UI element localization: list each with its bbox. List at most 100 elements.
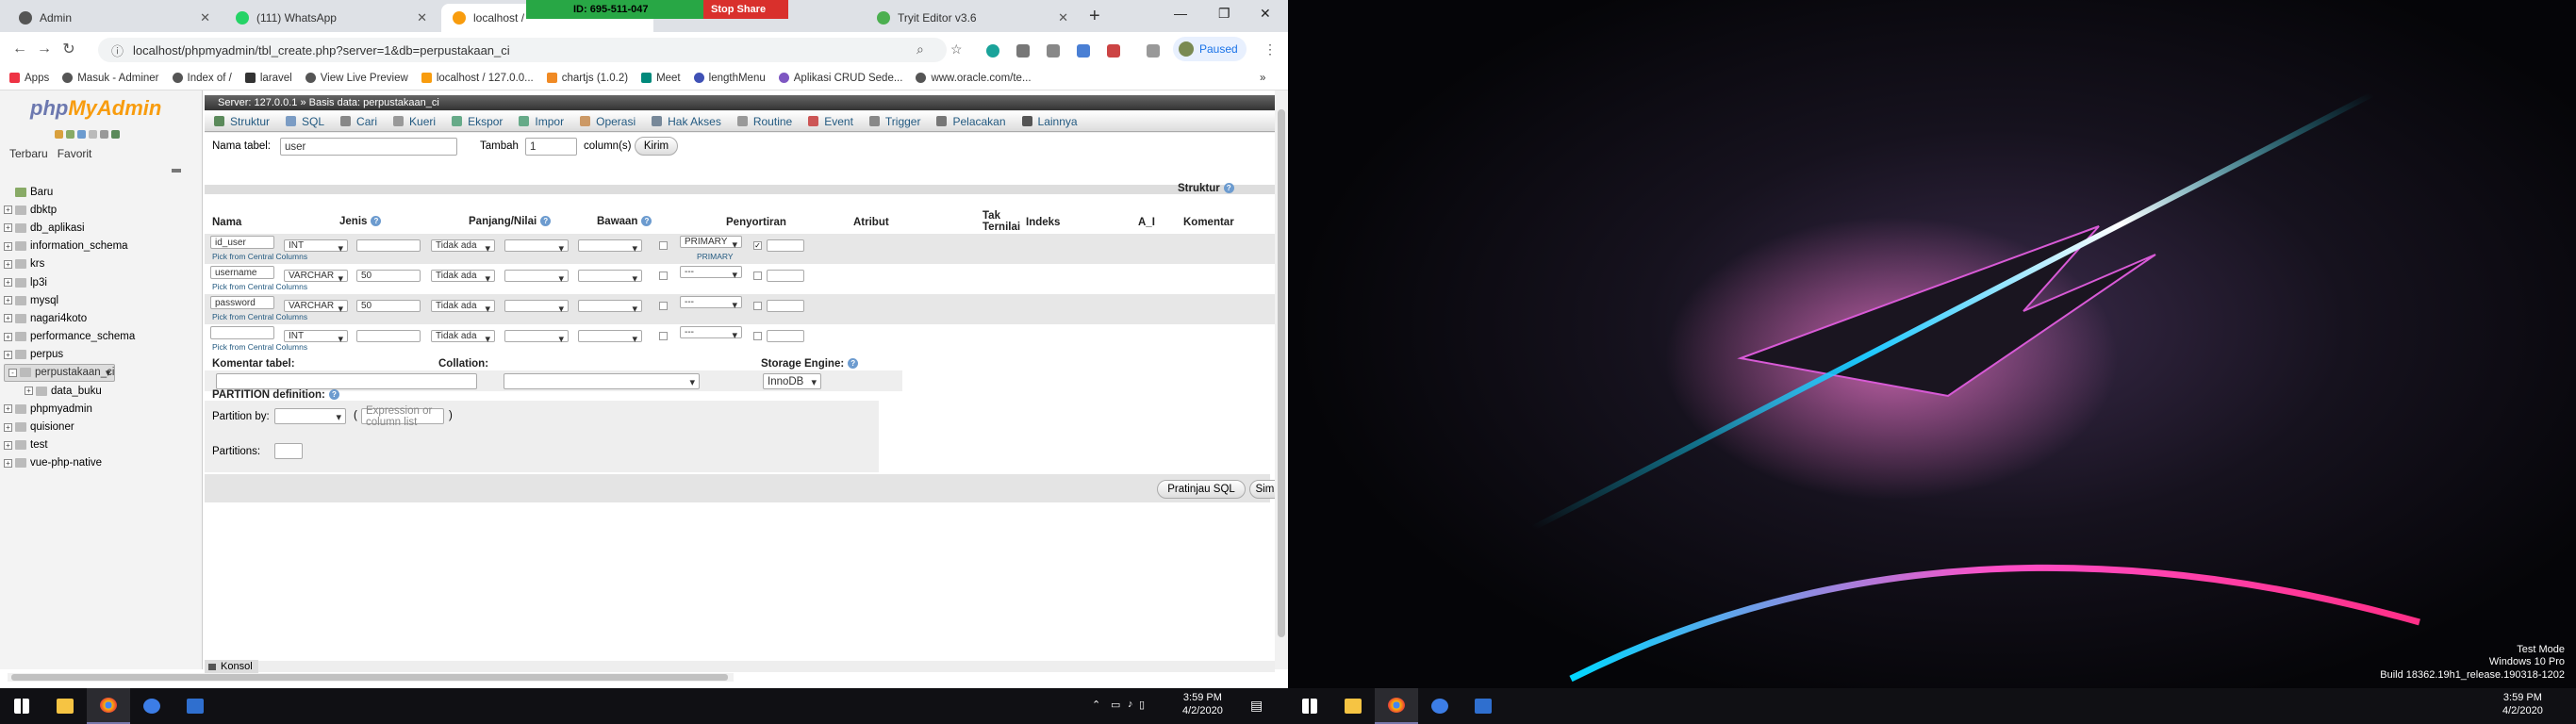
taskbar-chrome[interactable] xyxy=(1375,688,1418,724)
menu-icon[interactable]: ⋮ xyxy=(1263,41,1277,57)
column-attributes-select[interactable] xyxy=(578,270,642,285)
database-item[interactable]: + mysql xyxy=(4,291,197,309)
pick-central-columns-link[interactable]: Pick from Central Columns xyxy=(212,282,307,291)
bookmark-item[interactable]: lengthMenu xyxy=(693,73,766,84)
column-default-select[interactable]: Tidak ada xyxy=(431,270,495,285)
menu-ekspor[interactable]: Ekspor xyxy=(452,115,503,128)
database-item[interactable]: + phpmyadmin xyxy=(4,400,197,418)
help-icon[interactable]: ? xyxy=(328,389,339,401)
extension-icon[interactable] xyxy=(1047,44,1060,58)
expand-icon[interactable]: + xyxy=(4,278,12,288)
scrollbar-thumb[interactable] xyxy=(11,674,728,681)
chevron-up-icon[interactable]: ⌃ xyxy=(1092,699,1100,711)
column-comment-input[interactable] xyxy=(767,300,804,312)
menu-struktur[interactable]: Struktur xyxy=(214,115,270,128)
database-item[interactable]: - perpustakaan_ci xyxy=(4,363,116,382)
taskbar-app[interactable] xyxy=(130,688,173,724)
column-index-select[interactable]: PRIMARY xyxy=(680,236,742,251)
close-icon[interactable]: ✕ xyxy=(200,10,210,25)
close-icon[interactable]: ✕ xyxy=(417,10,427,25)
address-bar[interactable]: ⓘ localhost/phpmyadmin/tbl_create.php?ser… xyxy=(98,38,947,62)
bookmark-item[interactable]: www.oracle.com/te... xyxy=(916,73,1032,84)
database-item[interactable]: + krs xyxy=(4,255,197,273)
start-button[interactable] xyxy=(0,688,43,724)
taskbar-app[interactable] xyxy=(1461,688,1505,724)
menu-impor[interactable]: Impor xyxy=(519,115,564,128)
column-length-input[interactable] xyxy=(356,330,421,342)
column-name-input[interactable] xyxy=(210,326,274,339)
column-index-select[interactable]: --- xyxy=(680,296,742,311)
menu-sql[interactable]: SQL xyxy=(286,115,324,128)
auto-increment-checkbox[interactable] xyxy=(753,302,762,310)
battery-icon[interactable]: ▯ xyxy=(1139,699,1145,711)
phpmyadmin-logo[interactable]: phpMyAdmin xyxy=(30,96,161,121)
extension-icon[interactable] xyxy=(1077,44,1090,58)
preview-sql-button[interactable]: Pratinjau SQL xyxy=(1157,480,1246,499)
bookmark-item[interactable]: laravel xyxy=(244,73,292,84)
tab-tryit[interactable]: Tryit Editor v3.6 ✕ xyxy=(866,4,1078,32)
extension-icon[interactable] xyxy=(1147,44,1160,58)
column-collation-select[interactable] xyxy=(504,330,569,345)
help-icon[interactable]: ? xyxy=(540,216,552,227)
exit-icon[interactable] xyxy=(66,130,74,139)
reload-icon[interactable] xyxy=(111,130,120,139)
expand-icon[interactable]: + xyxy=(4,314,12,323)
help-icon[interactable]: ? xyxy=(641,216,652,227)
bookmark-item[interactable]: Meet xyxy=(641,73,681,84)
expand-icon[interactable]: + xyxy=(25,387,33,396)
pick-central-columns-link[interactable]: Pick from Central Columns xyxy=(212,342,307,352)
new-tab-button[interactable]: + xyxy=(1089,6,1100,27)
taskbar-app[interactable] xyxy=(1418,688,1461,724)
table-comment-input[interactable] xyxy=(216,373,477,389)
menu-event[interactable]: Event xyxy=(808,115,853,128)
close-icon[interactable]: ✕ xyxy=(1058,10,1068,25)
column-comment-input[interactable] xyxy=(767,270,804,282)
column-collation-select[interactable] xyxy=(504,239,569,255)
database-item[interactable]: + information_schema xyxy=(4,238,197,255)
null-checkbox[interactable] xyxy=(659,332,668,340)
column-collation-select[interactable] xyxy=(504,300,569,315)
bookmark-item[interactable]: Aplikasi CRUD Sede... xyxy=(778,73,902,84)
column-length-input[interactable] xyxy=(356,239,421,252)
database-item[interactable]: Baru xyxy=(4,183,197,201)
pick-central-columns-link[interactable]: Pick from Central Columns xyxy=(212,312,307,321)
collation-select[interactable] xyxy=(504,373,700,389)
null-checkbox[interactable] xyxy=(659,302,668,310)
column-attributes-select[interactable] xyxy=(578,330,642,345)
column-collation-select[interactable] xyxy=(504,270,569,285)
volume-icon[interactable]: ♪ xyxy=(1128,699,1133,710)
submit-button[interactable]: Kirim xyxy=(635,137,678,156)
docs-icon[interactable] xyxy=(89,130,97,139)
add-columns-input[interactable]: 1 xyxy=(525,138,577,156)
expand-icon[interactable]: + xyxy=(4,350,12,359)
menu-pelacakan[interactable]: Pelacakan xyxy=(936,115,1006,128)
auto-increment-checkbox[interactable] xyxy=(753,332,762,340)
column-default-select[interactable]: Tidak ada xyxy=(431,300,495,315)
table-name-input[interactable]: user xyxy=(280,138,457,156)
column-comment-input[interactable] xyxy=(767,330,804,342)
bookmark-item[interactable]: Index of / xyxy=(172,73,232,84)
menu-cari[interactable]: Cari xyxy=(340,115,377,128)
expand-icon[interactable]: + xyxy=(4,223,12,233)
stop-share-button[interactable]: Stop Share xyxy=(703,0,788,19)
bookmark-item[interactable]: Masuk - Adminer xyxy=(62,73,159,84)
auto-increment-checkbox[interactable] xyxy=(753,272,762,280)
column-attributes-select[interactable] xyxy=(578,239,642,255)
minimize-button[interactable]: — xyxy=(1174,6,1187,21)
database-item[interactable]: + data_buku xyxy=(4,382,197,400)
column-length-input[interactable]: 50 xyxy=(356,300,421,312)
bookmark-apps[interactable]: Apps xyxy=(9,73,49,84)
taskbar-explorer[interactable] xyxy=(1331,688,1375,724)
menu-kueri[interactable]: Kueri xyxy=(393,115,436,128)
start-button[interactable] xyxy=(1288,688,1331,724)
pick-central-columns-link[interactable]: Pick from Central Columns xyxy=(212,252,307,261)
column-index-select[interactable]: --- xyxy=(680,266,742,281)
column-index-select[interactable]: --- xyxy=(680,326,742,341)
taskbar-chrome[interactable] xyxy=(87,688,130,724)
database-item[interactable]: + lp3i xyxy=(4,273,197,291)
extension-icon[interactable] xyxy=(1107,44,1120,58)
close-window-button[interactable]: ✕ xyxy=(1260,6,1271,22)
help-icon[interactable]: ? xyxy=(1223,183,1234,194)
expand-icon[interactable]: + xyxy=(4,241,12,251)
menu-lainnya[interactable]: Lainnya xyxy=(1021,115,1078,128)
